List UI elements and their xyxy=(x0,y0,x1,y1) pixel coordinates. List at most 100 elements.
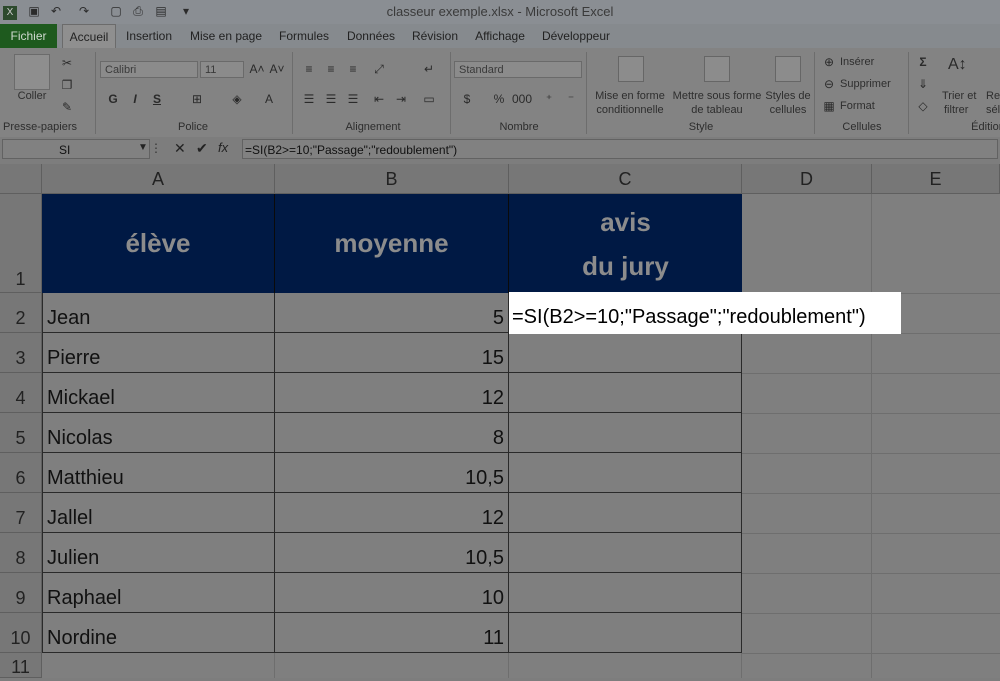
cell-jury-opinion[interactable] xyxy=(509,613,742,653)
cell-jury-opinion[interactable] xyxy=(509,493,742,533)
tab-revision[interactable]: Révision xyxy=(406,24,464,48)
format-cells-icon[interactable]: ▦ xyxy=(820,97,838,115)
fill-color-icon[interactable]: ◈ xyxy=(228,90,246,108)
font-size-select[interactable]: 11 xyxy=(200,61,244,78)
font-name-select[interactable]: Calibri xyxy=(100,61,198,78)
cell-student-name[interactable]: Nicolas xyxy=(42,413,275,453)
confirm-entry-icon[interactable]: ✔ xyxy=(196,140,208,157)
cell-student-average[interactable]: 10,5 xyxy=(275,453,509,493)
thousands-icon[interactable]: 000 xyxy=(512,90,532,108)
cell-student-average[interactable]: 12 xyxy=(275,373,509,413)
format-cells-button[interactable]: Format xyxy=(840,100,875,112)
cell-student-name[interactable]: Jean xyxy=(42,293,275,333)
cell-student-name[interactable]: Mickael xyxy=(42,373,275,413)
row-header-9[interactable]: 9 xyxy=(0,573,42,613)
format-as-table-icon[interactable] xyxy=(704,56,730,82)
fill-icon[interactable]: ⇓ xyxy=(914,75,932,93)
column-header-c[interactable]: C xyxy=(509,164,742,194)
cancel-entry-icon[interactable]: ✕ xyxy=(174,140,186,157)
italic-button[interactable]: I xyxy=(126,90,144,108)
cell-student-average[interactable]: 5 xyxy=(275,293,509,333)
decrease-decimal-icon[interactable]: ⁻ xyxy=(562,90,580,108)
insert-function-icon[interactable]: fx xyxy=(218,140,228,155)
delete-cells-icon[interactable]: ⊖ xyxy=(820,75,838,93)
header-cell-eleve[interactable]: élève xyxy=(42,194,275,293)
row-header-3[interactable]: 3 xyxy=(0,333,42,373)
align-bottom-icon[interactable]: ≡ xyxy=(344,60,362,78)
cell-student-average[interactable]: 10 xyxy=(275,573,509,613)
tab-formules[interactable]: Formules xyxy=(274,24,334,48)
cell-styles-button[interactable]: Styles de xyxy=(764,90,812,102)
merge-center-icon[interactable]: ▭ xyxy=(420,90,438,108)
delete-cells-button[interactable]: Supprimer xyxy=(840,78,891,90)
column-header-e[interactable]: E xyxy=(872,164,1000,194)
align-right-icon[interactable]: ☰ xyxy=(344,90,362,108)
cell-jury-opinion[interactable] xyxy=(509,533,742,573)
number-format-select[interactable]: Standard xyxy=(454,61,582,78)
header-cell-avis-du-jury[interactable]: avis du jury xyxy=(509,194,742,293)
cell-styles-icon[interactable] xyxy=(775,56,801,82)
format-painter-icon[interactable]: ✎ xyxy=(58,98,76,116)
resize-handle-icon[interactable]: ⋮ xyxy=(150,141,162,155)
orientation-icon[interactable]: ⤢ xyxy=(370,60,388,78)
cell-jury-opinion[interactable] xyxy=(509,413,742,453)
align-center-icon[interactable]: ☰ xyxy=(322,90,340,108)
copy-icon[interactable]: ❐ xyxy=(58,76,76,94)
cell-jury-opinion[interactable] xyxy=(509,573,742,613)
bold-button[interactable]: G xyxy=(104,90,122,108)
row-header-5[interactable]: 5 xyxy=(0,413,42,453)
tab-mise-en-page[interactable]: Mise en page xyxy=(186,24,266,48)
tab-insertion[interactable]: Insertion xyxy=(120,24,178,48)
wrap-text-icon[interactable]: ↵ xyxy=(420,60,438,78)
paste-icon[interactable] xyxy=(14,54,50,90)
decrease-indent-icon[interactable]: ⇤ xyxy=(370,90,388,108)
autosum-icon[interactable]: Σ xyxy=(914,53,932,71)
select-all-corner[interactable] xyxy=(0,164,42,194)
row-header-4[interactable]: 4 xyxy=(0,373,42,413)
tab-accueil[interactable]: Accueil xyxy=(62,24,116,49)
find-select-button[interactable]: Rec xyxy=(986,90,1000,102)
format-as-table-button[interactable]: Mettre sous forme xyxy=(670,90,764,102)
editing-cell-c2[interactable]: =SI(B2>=10;"Passage";"redoublement") xyxy=(509,292,901,334)
cell-jury-opinion[interactable] xyxy=(509,333,742,373)
column-header-a[interactable]: A xyxy=(42,164,275,194)
shrink-font-icon[interactable]: A˅ xyxy=(268,60,286,78)
underline-button[interactable]: S xyxy=(148,90,166,108)
row-header-7[interactable]: 7 xyxy=(0,493,42,533)
conditional-format-button[interactable]: Mise en forme xyxy=(590,90,670,102)
cell-student-name[interactable]: Jallel xyxy=(42,493,275,533)
cell-student-average[interactable]: 15 xyxy=(275,333,509,373)
cell-student-name[interactable]: Nordine xyxy=(42,613,275,653)
sort-filter-button[interactable]: Trier et xyxy=(942,90,976,102)
cut-icon[interactable]: ✂ xyxy=(58,54,76,72)
cell-student-average[interactable]: 8 xyxy=(275,413,509,453)
cell-student-name[interactable]: Raphael xyxy=(42,573,275,613)
increase-indent-icon[interactable]: ⇥ xyxy=(392,90,410,108)
font-color-icon[interactable]: A xyxy=(260,90,278,108)
column-header-b[interactable]: B xyxy=(275,164,509,194)
cell-student-name[interactable]: Pierre xyxy=(42,333,275,373)
align-middle-icon[interactable]: ≡ xyxy=(322,60,340,78)
tab-developpeur[interactable]: Développeur xyxy=(538,24,614,48)
cell-jury-opinion[interactable] xyxy=(509,453,742,493)
increase-decimal-icon[interactable]: ⁺ xyxy=(540,90,558,108)
clear-icon[interactable]: ◇ xyxy=(914,97,932,115)
name-box[interactable]: SI xyxy=(2,139,150,159)
insert-cells-button[interactable]: Insérer xyxy=(840,56,874,68)
percent-icon[interactable]: % xyxy=(490,90,508,108)
row-header-11[interactable]: 11 xyxy=(0,653,42,678)
cell-student-name[interactable]: Julien xyxy=(42,533,275,573)
row-header-2[interactable]: 2 xyxy=(0,293,42,333)
tab-donnees[interactable]: Données xyxy=(342,24,400,48)
borders-icon[interactable]: ⊞ xyxy=(188,90,206,108)
column-header-d[interactable]: D xyxy=(742,164,872,194)
row-header-1[interactable]: 1 xyxy=(0,194,42,293)
paste-button[interactable]: Coller xyxy=(6,90,58,102)
tab-fichier[interactable]: Fichier xyxy=(0,24,57,48)
currency-icon[interactable]: $ xyxy=(458,90,476,108)
row-header-10[interactable]: 10 xyxy=(0,613,42,653)
header-cell-moyenne[interactable]: moyenne xyxy=(275,194,509,293)
row-header-8[interactable]: 8 xyxy=(0,533,42,573)
sort-filter-icon[interactable]: A↕ xyxy=(948,56,972,80)
name-box-dropdown-icon[interactable]: ▼ xyxy=(138,142,148,153)
